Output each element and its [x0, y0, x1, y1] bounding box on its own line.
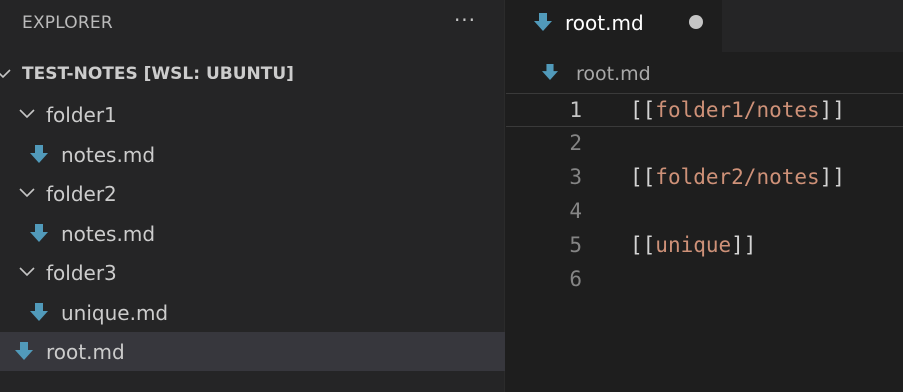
- wiki-link[interactable]: unique: [655, 233, 731, 257]
- code-line[interactable]: 4: [506, 195, 903, 229]
- code-line[interactable]: 5 [[unique]]: [506, 229, 903, 263]
- tree-item-folder2[interactable]: folder2: [0, 174, 505, 213]
- code-text: [[unique]]: [630, 233, 756, 257]
- code-line[interactable]: 3 [[folder2/notes]]: [506, 161, 903, 195]
- explorer-sidebar: EXPLORER ··· TEST-NOTES [WSL: UBUNTU] fo…: [0, 0, 505, 392]
- tree-item-label: folder2: [46, 182, 117, 206]
- code-line[interactable]: 2: [506, 127, 903, 161]
- chevron-down-icon: [19, 267, 35, 277]
- tree-item-folder1[interactable]: folder1: [0, 95, 505, 134]
- more-actions-button[interactable]: ···: [450, 8, 480, 36]
- markdown-file-icon: [30, 224, 48, 242]
- workspace-label: TEST-NOTES [WSL: UBUNTU]: [22, 64, 294, 84]
- code-line[interactable]: 6: [506, 263, 903, 297]
- tree-item-folder3[interactable]: folder3: [0, 253, 505, 292]
- line-number: 6: [569, 267, 582, 291]
- line-number: 3: [569, 165, 582, 189]
- markdown-file-icon: [15, 342, 33, 360]
- markdown-file-icon: [30, 303, 48, 321]
- editor-tab-bar: root.md: [506, 0, 903, 52]
- tree-item-unique-md[interactable]: unique.md: [0, 293, 505, 332]
- bracket-close: ]]: [819, 165, 845, 189]
- code-text: [[folder2/notes]]: [630, 165, 845, 189]
- line-number: 2: [569, 131, 582, 155]
- bracket-close: ]]: [731, 233, 757, 257]
- tab-label: root.md: [565, 11, 644, 35]
- bracket-open: [[: [630, 165, 656, 189]
- markdown-file-icon: [30, 145, 48, 163]
- tree-item-label: root.md: [46, 340, 125, 364]
- chevron-down-icon: [19, 188, 35, 198]
- tree-item-label: notes.md: [61, 143, 156, 167]
- markdown-file-icon: [534, 13, 552, 31]
- chevron-down-icon: [19, 109, 35, 119]
- breadcrumb-file[interactable]: root.md: [576, 63, 651, 85]
- tree-item-notes-md[interactable]: notes.md: [0, 214, 505, 253]
- wiki-link[interactable]: folder2/notes: [655, 165, 819, 189]
- tree-item-notes-md[interactable]: notes.md: [0, 135, 505, 174]
- line-number: 5: [569, 233, 582, 257]
- bracket-open: [[: [630, 98, 656, 122]
- tree-item-root-md[interactable]: root.md: [0, 332, 505, 371]
- line-number: 4: [569, 199, 582, 223]
- wiki-link[interactable]: folder1/notes: [655, 98, 819, 122]
- workspace-header[interactable]: TEST-NOTES [WSL: UBUNTU]: [0, 58, 505, 90]
- explorer-title: EXPLORER: [22, 13, 113, 33]
- bracket-open: [[: [630, 233, 656, 257]
- markdown-file-icon: [542, 64, 558, 80]
- code-line[interactable]: 1 [[folder1/notes]]: [506, 93, 903, 127]
- bracket-close: ]]: [819, 98, 845, 122]
- tree-item-label: folder3: [46, 261, 117, 285]
- breadcrumb: root.md: [506, 58, 903, 90]
- explorer-header: EXPLORER ···: [0, 0, 505, 46]
- chevron-down-icon: [0, 69, 11, 79]
- line-number: 1: [569, 98, 582, 122]
- tab-root-md[interactable]: root.md: [506, 0, 722, 52]
- tree-item-label: unique.md: [61, 301, 169, 325]
- unsaved-dot-icon[interactable]: [689, 15, 703, 29]
- tree-item-label: notes.md: [61, 222, 156, 246]
- tree-item-label: folder1: [46, 103, 117, 127]
- code-text: [[folder1/notes]]: [630, 98, 845, 122]
